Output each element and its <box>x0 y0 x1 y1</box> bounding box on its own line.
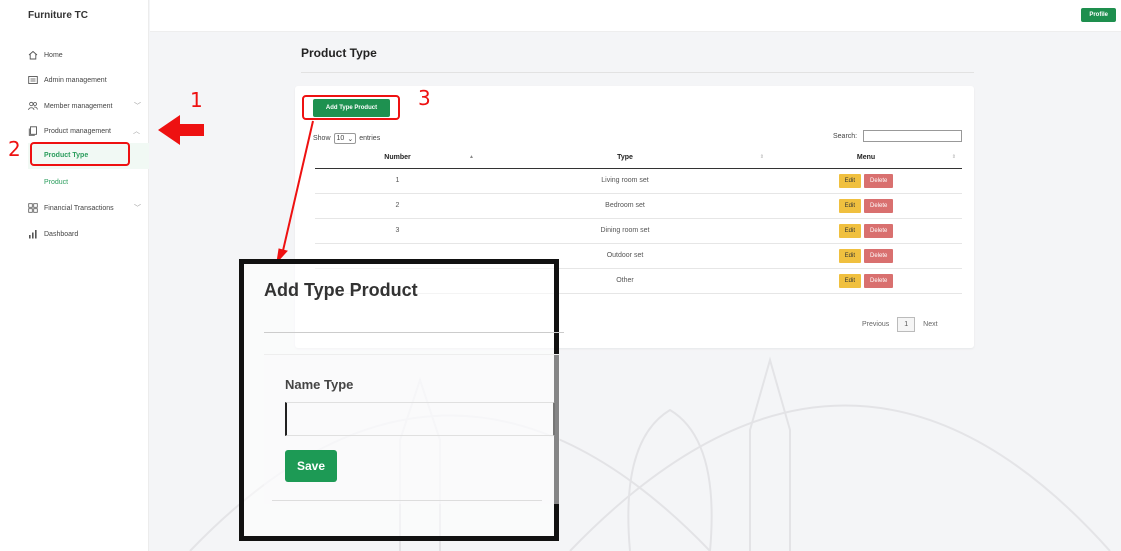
save-button[interactable]: Save <box>285 450 337 482</box>
name-type-input[interactable] <box>285 402 555 436</box>
add-type-product-dialog: Add Type Product Name Type Save <box>239 259 564 541</box>
name-type-label: Name Type <box>285 377 354 392</box>
pointer-arrow-icon <box>276 120 314 264</box>
left-arrow-icon <box>158 115 204 145</box>
divider <box>272 500 542 501</box>
divider <box>264 332 564 333</box>
dialog-title: Add Type Product <box>264 280 418 300</box>
annotation-arrows <box>158 115 314 264</box>
